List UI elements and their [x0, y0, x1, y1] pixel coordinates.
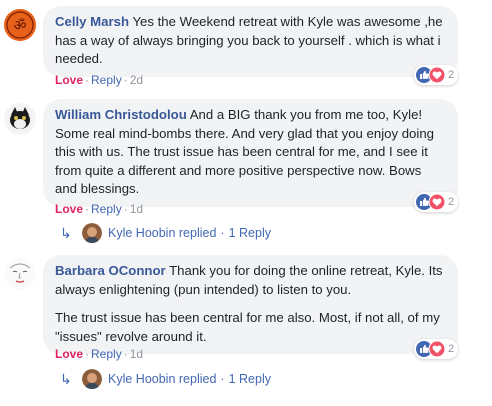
avatar-barbara-oconnor[interactable] [4, 258, 36, 290]
svg-text:ॐ: ॐ [14, 18, 27, 34]
reply-arrow-icon: ↳ [60, 370, 72, 387]
comment-actions: Love · Reply · 1d [55, 202, 144, 216]
comment-author[interactable]: Celly Marsh [55, 14, 129, 29]
reaction-count: 2 [448, 343, 455, 355]
comment-actions: Love · Reply · 2d [55, 73, 144, 87]
comment-text: The trust issue has been central for me … [55, 310, 440, 344]
comment-bubble: Barbara OConnor Thank you for doing the … [43, 255, 458, 354]
reaction-summary[interactable]: 2 [414, 192, 459, 212]
sketch-avatar-icon [4, 258, 36, 290]
reply-link[interactable]: Reply [91, 202, 122, 216]
love-icon [429, 341, 445, 357]
comment-time[interactable]: 2d [130, 73, 143, 87]
avatar-celly-marsh[interactable]: ॐ [4, 9, 36, 41]
comment-author[interactable]: Barbara OConnor [55, 263, 166, 278]
replies-summary[interactable]: ↳ Kyle Hoobin replied · 1 Reply [60, 369, 271, 389]
comment-paragraph: Barbara OConnor Thank you for doing the … [55, 262, 446, 299]
avatar-william-christodolou[interactable] [4, 103, 36, 135]
reply-link[interactable]: Reply [91, 73, 122, 87]
reaction-count: 2 [448, 196, 455, 208]
kyle-avatar-icon [82, 223, 102, 243]
cat-avatar-icon [4, 103, 36, 135]
om-symbol-icon: ॐ [4, 9, 36, 41]
replies-summary[interactable]: ↳ Kyle Hoobin replied · 1 Reply [60, 223, 271, 243]
reaction-count: 2 [448, 69, 455, 81]
reaction-summary[interactable]: 2 [414, 339, 459, 359]
comment-time[interactable]: 1d [130, 347, 143, 361]
reply-link[interactable]: Reply [91, 347, 122, 361]
replied-text: replied [178, 226, 217, 240]
love-reaction-link[interactable]: Love [55, 73, 83, 87]
replied-text: replied [178, 372, 217, 386]
love-reaction-link[interactable]: Love [55, 202, 83, 216]
avatar-kyle-hoobin [82, 369, 102, 389]
replier-name: Kyle Hoobin [108, 226, 176, 240]
comment-time[interactable]: 1d [130, 202, 143, 216]
comment-paragraph: The trust issue has been central for me … [55, 309, 446, 346]
comment-author[interactable]: William Christodolou [55, 107, 187, 122]
love-icon [429, 194, 445, 210]
reply-count: 1 Reply [228, 226, 271, 240]
love-reaction-link[interactable]: Love [55, 347, 83, 361]
reaction-summary[interactable]: 2 [414, 65, 459, 85]
comment-bubble: William Christodolou And a BIG thank you… [43, 99, 458, 207]
avatar-kyle-hoobin [82, 223, 102, 243]
comment-actions: Love · Reply · 1d [55, 347, 144, 361]
reply-arrow-icon: ↳ [60, 224, 72, 241]
comment-bubble: Celly Marsh Yes the Weekend retreat with… [43, 6, 458, 77]
reply-count: 1 Reply [228, 372, 271, 386]
kyle-avatar-icon [82, 369, 102, 389]
replier-name: Kyle Hoobin [108, 372, 176, 386]
love-icon [429, 67, 445, 83]
